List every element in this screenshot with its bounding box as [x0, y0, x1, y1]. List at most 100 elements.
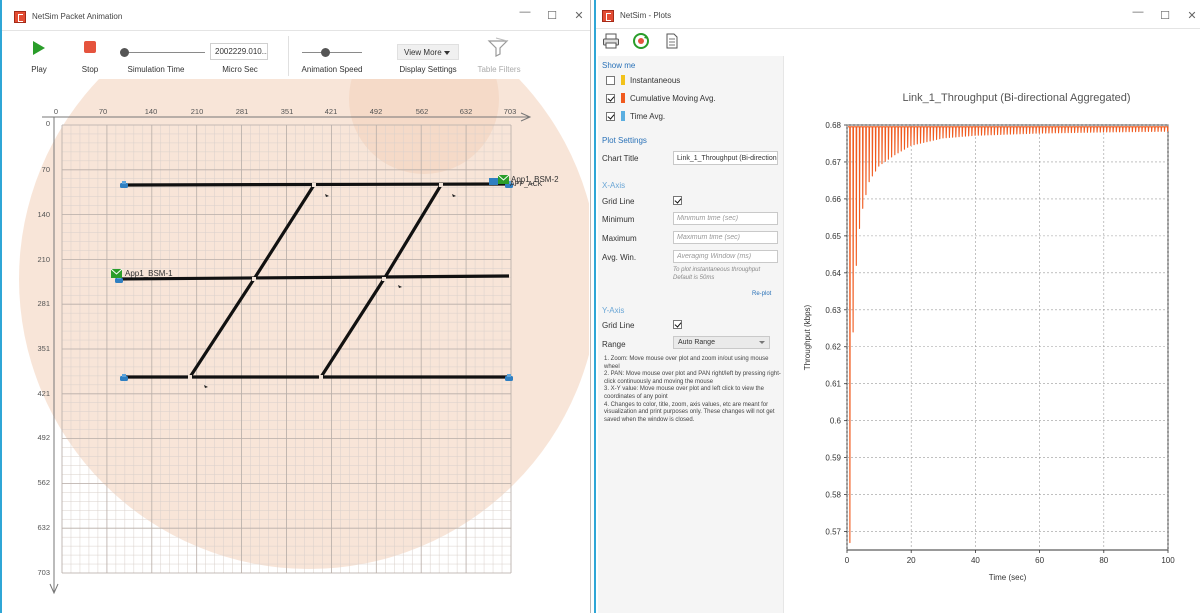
- junction: [382, 277, 386, 281]
- animation-titlebar: NetSim Packet Animation — ☐ ✕: [2, 0, 590, 31]
- ack-label: APP_ACK: [510, 181, 543, 188]
- cumulative-moving-avg-label: Cumulative Moving Avg.: [630, 94, 716, 103]
- x-tick-label: 703: [504, 107, 517, 116]
- packet-animation-window: NetSim Packet Animation — ☐ ✕ Play Stop …: [0, 0, 591, 613]
- chevron-down-icon: [759, 341, 765, 344]
- filter-icon[interactable]: [487, 37, 509, 57]
- simulation-time-slider[interactable]: [125, 52, 205, 53]
- x-tick-label: 562: [416, 107, 429, 116]
- animation-canvas[interactable]: 0 70 140 210 281 351 421 492 562 632 703 0 70 140 210 2…: [4, 0, 590, 613]
- y-axis-heading: Y-Axis: [602, 306, 625, 315]
- time-avg-checkbox[interactable]: [606, 112, 615, 121]
- x-tick-label: 492: [370, 107, 383, 116]
- play-button-label[interactable]: Play: [24, 65, 54, 74]
- y-tick-label: 0.68: [825, 121, 841, 130]
- simulation-time-label: Simulation Time: [127, 65, 185, 74]
- y-tick-label: 0.6: [830, 417, 842, 426]
- instantaneous-checkbox[interactable]: [606, 76, 615, 85]
- x-maximum-label: Maximum: [602, 234, 637, 243]
- y-tick-label: 281: [37, 299, 50, 308]
- junction: [312, 183, 316, 187]
- animation-speed-slider[interactable]: [302, 52, 362, 53]
- y-grid-line-checkbox[interactable]: [673, 320, 682, 329]
- maximize-icon[interactable]: ☐: [546, 9, 558, 22]
- y-tick-label: 632: [37, 523, 50, 532]
- netsim-app-icon: [602, 10, 614, 22]
- chart-title-input[interactable]: Link_1_Throughput (Bi-directional Aggreg…: [673, 151, 778, 165]
- throughput-chart[interactable]: Link_1_Throughput (Bi-directional Aggreg…: [786, 56, 1198, 613]
- time-avg-color-swatch: [621, 111, 625, 121]
- cumulative-moving-avg-checkbox[interactable]: [606, 94, 615, 103]
- x-tick-label: 351: [281, 107, 294, 116]
- range-select[interactable]: Auto Range: [673, 336, 770, 349]
- x-axis-heading: X-Axis: [602, 181, 626, 190]
- x-minimum-input[interactable]: [673, 212, 778, 225]
- instantaneous-color-swatch: [621, 75, 625, 85]
- y-grid-line-label: Grid Line: [602, 321, 635, 330]
- note-item: 3. X-Y value: Move mouse over plot and l…: [604, 386, 764, 400]
- x-axis-label: Time (sec): [989, 573, 1027, 582]
- table-filters-label[interactable]: Table Filters: [474, 65, 524, 74]
- y-tick-label: 0.63: [825, 306, 841, 315]
- instantaneous-label: Instantaneous: [630, 76, 681, 85]
- junction: [439, 183, 443, 187]
- animation-window-title: NetSim Packet Animation: [32, 12, 123, 21]
- x-grid-line-label: Grid Line: [602, 197, 635, 206]
- x-tick-label: 20: [907, 556, 916, 565]
- junction: [188, 375, 192, 379]
- packet-icon: [489, 178, 498, 185]
- close-icon[interactable]: ✕: [573, 9, 585, 22]
- x-tick-label: 80: [1099, 556, 1108, 565]
- avg-win-hint: To plot instantaneous throughput Default…: [673, 266, 760, 282]
- application-icon[interactable]: [497, 174, 510, 184]
- plot-settings-panel: Show me Instantaneous Cumulative Moving …: [598, 56, 784, 613]
- minimize-icon[interactable]: —: [519, 6, 531, 18]
- junction: [252, 277, 256, 281]
- stop-button-label[interactable]: Stop: [74, 65, 106, 74]
- replot-link[interactable]: Re-plot: [752, 291, 771, 297]
- junction: [319, 375, 323, 379]
- minimize-icon[interactable]: —: [1132, 6, 1144, 18]
- simulation-time-value[interactable]: 2002229.010...: [210, 43, 268, 60]
- x-tick-label: 210: [191, 107, 204, 116]
- avg-win-input[interactable]: [673, 250, 778, 263]
- y-tick-label: 0: [46, 119, 50, 128]
- document-icon[interactable]: [663, 32, 681, 50]
- refresh-icon[interactable]: [632, 32, 650, 50]
- stop-icon[interactable]: [84, 41, 96, 53]
- x-tick-label: 0: [845, 556, 850, 565]
- x-grid-line-checkbox[interactable]: [673, 196, 682, 205]
- y-axis-label: Throughput (kbps): [803, 304, 812, 370]
- note-item: 4. Changes to color, title, zoom, axis v…: [604, 401, 775, 423]
- display-settings-label: Display Settings: [399, 65, 457, 74]
- avg-win-label: Avg. Win.: [602, 253, 637, 262]
- play-icon[interactable]: [33, 41, 45, 55]
- view-more-dropdown[interactable]: View More: [397, 44, 459, 60]
- y-tick-label: 0.61: [825, 380, 841, 389]
- plot-settings-heading: Plot Settings: [602, 136, 647, 145]
- plot-frame: [846, 124, 1169, 551]
- y-tick-label: 351: [37, 344, 50, 353]
- x-tick-label: 632: [460, 107, 473, 116]
- network-grid: 0 70 140 210 281 351 421 492 562 632 703 0 70 140 210 2…: [19, 0, 590, 595]
- chevron-down-icon: [444, 51, 450, 55]
- time-avg-label: Time Avg.: [630, 112, 666, 121]
- y-tick-label: 0.62: [825, 343, 841, 352]
- simulation-time-slider-knob[interactable]: [120, 48, 129, 57]
- x-maximum-input[interactable]: [673, 231, 778, 244]
- x-tick-label: 281: [236, 107, 249, 116]
- chart-title-label: Chart Title: [602, 154, 639, 163]
- y-tick-label: 562: [37, 478, 50, 487]
- y-tick-label: 421: [37, 389, 50, 398]
- show-me-heading: Show me: [602, 61, 636, 70]
- animation-speed-slider-knob[interactable]: [321, 48, 330, 57]
- time-unit-label: Micro Sec: [222, 65, 258, 74]
- y-tick-label: 0.65: [825, 232, 841, 241]
- close-icon[interactable]: ✕: [1186, 9, 1198, 22]
- y-tick-label: 492: [37, 433, 50, 442]
- maximize-icon[interactable]: ☐: [1159, 9, 1171, 22]
- print-icon[interactable]: [602, 32, 620, 50]
- throughput-plot[interactable]: Link_1_Throughput (Bi-directional Aggreg…: [786, 56, 1198, 613]
- y-tick-label: 70: [42, 165, 50, 174]
- application-icon[interactable]: [110, 268, 123, 278]
